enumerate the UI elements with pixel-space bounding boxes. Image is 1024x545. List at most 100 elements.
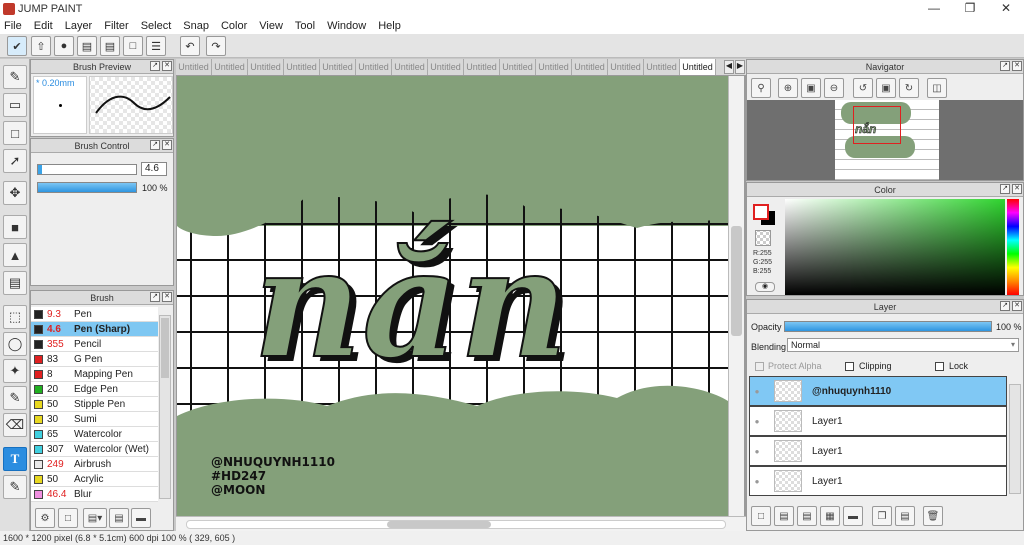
rotate-left-icon[interactable]: ↺: [853, 78, 873, 98]
scroll-thumb[interactable]: [161, 318, 169, 378]
brush-item[interactable]: 8 Mapping Pen: [31, 367, 158, 382]
float-panel-icon[interactable]: ↗: [1000, 61, 1010, 71]
brush-item[interactable]: 4.6 Pen (Sharp): [31, 322, 158, 337]
fit-screen-icon[interactable]: ▣: [801, 78, 821, 98]
brush-list-scrollbar[interactable]: [159, 315, 171, 499]
tab-document[interactable]: Untitled: [392, 59, 428, 75]
comment-icon[interactable]: ●: [54, 36, 74, 56]
menu-help[interactable]: Help: [378, 20, 401, 32]
brush-item[interactable]: 65 Watercolor: [31, 427, 158, 442]
brush-item[interactable]: 355 Pencil: [31, 337, 158, 352]
float-panel-icon[interactable]: ↗: [150, 140, 160, 150]
float-panel-icon[interactable]: ↗: [1000, 301, 1010, 311]
close-panel-icon[interactable]: ✕: [1012, 184, 1022, 194]
zoom-in-icon[interactable]: ⊕: [778, 78, 798, 98]
brush-item[interactable]: 50 Stipple Pen: [31, 397, 158, 412]
brush-item[interactable]: 30 Sumi: [31, 412, 158, 427]
message-icon[interactable]: ▤: [77, 36, 97, 56]
tab-document[interactable]: Untitled: [572, 59, 608, 75]
tab-document[interactable]: Untitled: [500, 59, 536, 75]
merge-layer-icon[interactable]: ▤: [895, 506, 915, 526]
new-brush-icon[interactable]: □: [58, 508, 78, 528]
menu-layer[interactable]: Layer: [65, 20, 93, 32]
float-panel-icon[interactable]: ↗: [150, 61, 160, 71]
marquee-select-icon[interactable]: ⬚: [3, 305, 27, 329]
layer-folder-icon[interactable]: ▬: [843, 506, 863, 526]
minimize-icon[interactable]: —: [916, 0, 952, 17]
tab-document[interactable]: Untitled: [284, 59, 320, 75]
menu-filter[interactable]: Filter: [104, 20, 128, 32]
document-icon[interactable]: ▤: [100, 36, 120, 56]
brush-menu-icon[interactable]: ▤▾: [83, 508, 107, 528]
tab-document[interactable]: Untitled: [464, 59, 500, 75]
protect-alpha-checkbox[interactable]: [755, 362, 764, 371]
visibility-icon[interactable]: ●: [750, 477, 764, 486]
layer-row[interactable]: ● Layer1: [749, 436, 1007, 466]
clipping-checkbox[interactable]: [845, 362, 854, 371]
move-tool-icon[interactable]: ✥: [3, 181, 27, 205]
redo-icon[interactable]: ↷: [206, 36, 226, 56]
delete-layer-icon[interactable]: 🗑: [923, 506, 943, 526]
tab-document[interactable]: Untitled: [680, 59, 716, 75]
select-pen-icon[interactable]: ✎: [3, 386, 27, 410]
menu-tool[interactable]: Tool: [295, 20, 315, 32]
v-scroll-thumb[interactable]: [731, 226, 742, 336]
lock-checkbox[interactable]: [935, 362, 944, 371]
zoom-out-icon[interactable]: ⊖: [824, 78, 844, 98]
brush-item[interactable]: 50 Acrylic: [31, 472, 158, 487]
layer-row[interactable]: ● Layer1: [749, 406, 1007, 436]
line-tool-icon[interactable]: ➚: [3, 149, 27, 173]
reset-rotation-icon[interactable]: ▣: [876, 78, 896, 98]
close-panel-icon[interactable]: ✕: [1012, 61, 1022, 71]
tab-scroll-left-icon[interactable]: ◀: [724, 60, 734, 74]
select-eraser-icon[interactable]: ⌫: [3, 413, 27, 437]
tab-document[interactable]: Untitled: [536, 59, 572, 75]
tab-document[interactable]: Untitled: [212, 59, 248, 75]
cloud-sync-icon[interactable]: ✔: [7, 36, 27, 56]
menu-color[interactable]: Color: [221, 20, 247, 32]
close-icon[interactable]: ✕: [988, 0, 1024, 17]
foreground-color-swatch[interactable]: [753, 204, 769, 220]
close-panel-icon[interactable]: ✕: [1012, 301, 1022, 311]
undo-icon[interactable]: ↶: [180, 36, 200, 56]
zoom-search-icon[interactable]: ⚲: [751, 78, 771, 98]
visibility-icon[interactable]: ●: [750, 447, 764, 456]
menu-snap[interactable]: Snap: [183, 20, 209, 32]
canvas-horizontal-scrollbar[interactable]: [176, 516, 746, 531]
rectangle-select-icon[interactable]: □: [3, 121, 27, 145]
artwork-canvas[interactable]: nắn nắn @NHUQUYNH1110 #HD247 @MOON: [177, 76, 728, 516]
visibility-icon[interactable]: ●: [750, 387, 764, 396]
new-layer-text-icon[interactable]: ▤: [797, 506, 817, 526]
pen-tool-icon[interactable]: ✎: [3, 65, 27, 89]
close-panel-icon[interactable]: ✕: [162, 61, 172, 71]
brush-item[interactable]: 20 Edge Pen: [31, 382, 158, 397]
close-panel-icon[interactable]: ✕: [162, 292, 172, 302]
visibility-icon[interactable]: ●: [750, 417, 764, 426]
eyedropper-icon[interactable]: ✎: [3, 475, 27, 499]
canvas-vertical-scrollbar[interactable]: [728, 76, 744, 516]
brush-item[interactable]: 9.3 Pen: [31, 307, 158, 322]
menu-file[interactable]: File: [4, 20, 22, 32]
duplicate-layer-icon[interactable]: ❐: [872, 506, 892, 526]
flip-horizontal-icon[interactable]: ◫: [927, 78, 947, 98]
brush-size-input[interactable]: 4.6: [141, 162, 167, 176]
menu-view[interactable]: View: [259, 20, 283, 32]
blending-select[interactable]: Normal ▾: [787, 338, 1019, 352]
tab-document[interactable]: Untitled: [356, 59, 392, 75]
text-tool-icon[interactable]: T: [3, 447, 27, 471]
tab-scroll-right-icon[interactable]: ▶: [735, 60, 745, 74]
tab-document[interactable]: Untitled: [644, 59, 680, 75]
navigator-view[interactable]: nắn: [747, 100, 1023, 180]
tab-document[interactable]: Untitled: [248, 59, 284, 75]
brush-item[interactable]: 83 G Pen: [31, 352, 158, 367]
layer-row[interactable]: ● @nhuquynh1110: [749, 376, 1007, 406]
brush-item[interactable]: 249 Airbrush: [31, 457, 158, 472]
share-icon[interactable]: ⇧: [31, 36, 51, 56]
magic-wand-icon[interactable]: ✦: [3, 359, 27, 383]
layer-mask-icon[interactable]: ▦: [820, 506, 840, 526]
fill-rect-icon[interactable]: ■: [3, 215, 27, 239]
color-saturation-picker[interactable]: [785, 199, 1005, 295]
new-layer-alt-icon[interactable]: ▤: [774, 506, 794, 526]
brush-opacity-slider[interactable]: [37, 182, 137, 193]
maximize-icon[interactable]: ❐: [952, 0, 988, 17]
